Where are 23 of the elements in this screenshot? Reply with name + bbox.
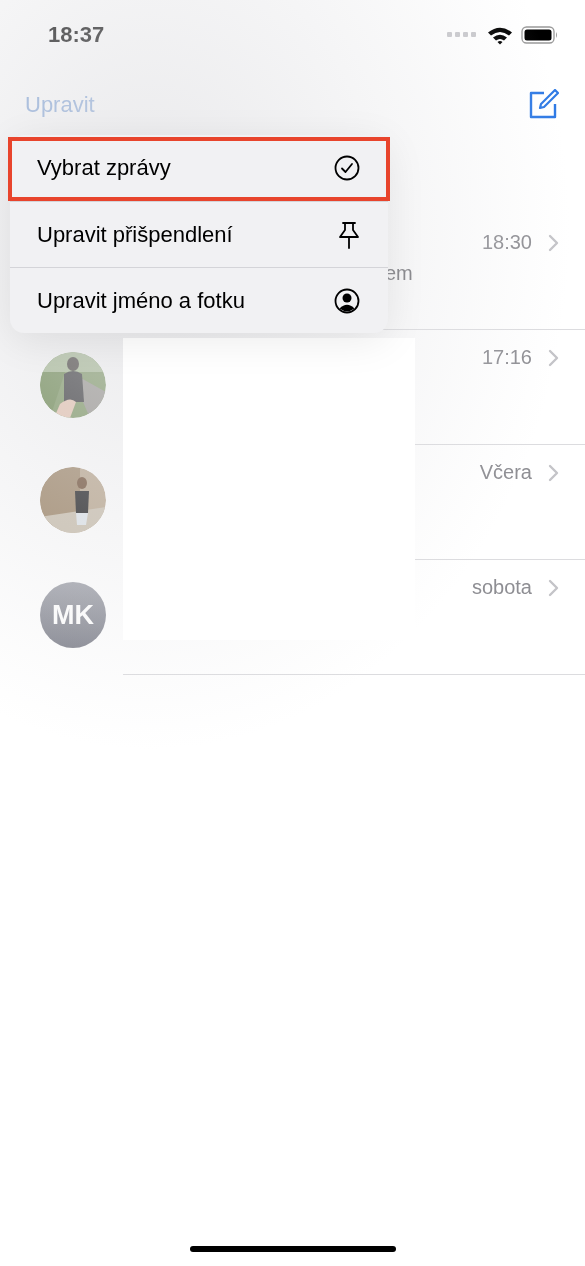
menu-item-label: Upravit přišpendlení — [37, 221, 233, 248]
battery-icon — [521, 26, 559, 44]
chevron-right-icon — [548, 578, 559, 597]
message-time: Včera — [479, 461, 532, 484]
message-time: 18:30 — [481, 231, 532, 254]
menu-item-label: Upravit jméno a fotku — [37, 287, 245, 314]
compose-icon[interactable] — [527, 89, 559, 121]
chevron-right-icon — [548, 233, 559, 252]
menu-item-label: Vybrat zprávy — [37, 155, 171, 181]
cellular-signal-icon — [447, 32, 479, 38]
chevron-right-icon — [548, 463, 559, 482]
message-time: 17:16 — [481, 346, 532, 369]
chevron-right-icon — [548, 348, 559, 367]
message-time: sobota — [471, 576, 532, 599]
wifi-icon — [487, 25, 513, 45]
menu-item[interactable]: Upravit jméno a fotku — [10, 267, 388, 333]
menu-item[interactable]: Vybrat zprávy — [10, 135, 388, 201]
checkmark-circle-icon — [334, 155, 360, 181]
menu-item[interactable]: Upravit přišpendlení — [10, 201, 388, 267]
person-circle-icon — [334, 287, 360, 314]
pin-icon — [338, 220, 360, 249]
avatar-initials: MK — [40, 582, 106, 648]
status-time: 18:37 — [48, 22, 105, 48]
